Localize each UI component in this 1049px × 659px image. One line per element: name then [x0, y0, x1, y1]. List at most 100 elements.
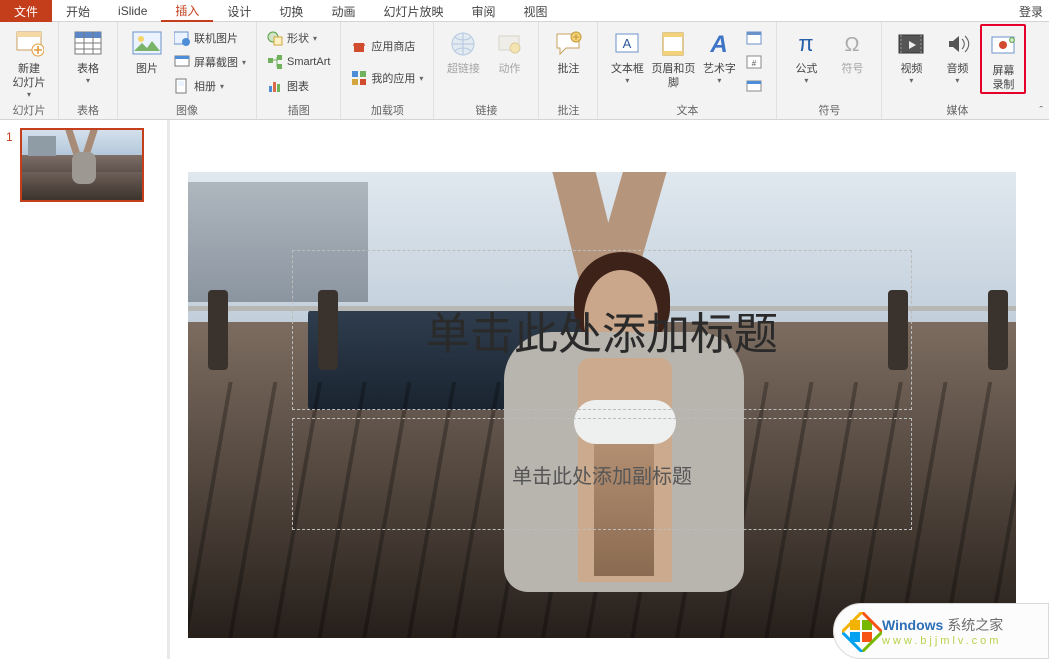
smartart-button[interactable]: SmartArt [263, 50, 334, 74]
watermark: Windows 系统之家 www.bjjmlv.com [833, 603, 1049, 659]
group-symbols: π 公式 ▾ Ω 符号 符号 [777, 22, 882, 119]
audio-icon [941, 28, 973, 60]
screenshot-label: 屏幕截图 [194, 54, 238, 70]
tab-home[interactable]: 开始 [52, 0, 104, 22]
group-text: A 文本框 ▾ 页眉和页脚 A 艺术字 ▾ # 文本 [598, 22, 777, 119]
table-button[interactable]: 表格 ▾ [65, 24, 111, 85]
collapse-ribbon-button[interactable]: ˆ [1039, 105, 1043, 117]
textbox-label: 文本框 [611, 62, 644, 76]
svg-text:#: # [752, 59, 757, 68]
comment-icon [552, 28, 584, 60]
tab-file[interactable]: 文件 [0, 0, 52, 22]
audio-button[interactable]: 音频 ▾ [934, 24, 980, 85]
group-label-media: 媒体 [888, 103, 1026, 119]
tab-islide[interactable]: iSlide [104, 0, 161, 22]
subtitle-placeholder[interactable]: 单击此处添加副标题 [292, 418, 912, 530]
hyperlink-label: 超链接 [447, 62, 480, 76]
screen-recording-button[interactable]: 屏幕 录制 [980, 24, 1026, 94]
new-slide-button[interactable]: 新建 幻灯片 ▾ [6, 24, 52, 99]
equation-icon: π [790, 28, 822, 60]
slide-thumbnail-1[interactable]: 1 [0, 128, 167, 202]
group-label-addins: 加载项 [347, 103, 427, 119]
chevron-down-icon: ▾ [955, 76, 959, 85]
hyperlink-icon [447, 28, 479, 60]
symbol-label: 符号 [841, 62, 863, 76]
comment-label: 批注 [557, 62, 579, 76]
tab-animation[interactable]: 动画 [317, 0, 369, 22]
wordart-button[interactable]: A 艺术字 ▾ [696, 24, 742, 85]
wordart-icon: A [703, 28, 735, 60]
chevron-down-icon: ▾ [27, 90, 31, 99]
tab-transition[interactable]: 切换 [265, 0, 317, 22]
watermark-brand: Windows 系统之家 [882, 615, 1003, 635]
screen-recording-icon [987, 30, 1019, 62]
picture-label: 图片 [136, 62, 158, 76]
group-label-slides: 幻灯片 [6, 103, 52, 119]
header-footer-icon [657, 28, 689, 60]
video-icon [895, 28, 927, 60]
chevron-down-icon: ▾ [625, 76, 629, 85]
subtitle-placeholder-text: 单击此处添加副标题 [512, 460, 692, 489]
object-button[interactable] [742, 74, 770, 98]
title-placeholder-text: 单击此处添加标题 [426, 298, 778, 362]
video-button[interactable]: 视频 ▾ [888, 24, 934, 85]
group-label-symbols: 符号 [783, 103, 875, 119]
group-label-illustrations: 插图 [263, 103, 334, 119]
tab-slideshow[interactable]: 幻灯片放映 [369, 0, 457, 22]
chevron-up-icon: ˆ [1039, 105, 1043, 117]
slidenumber-icon: # [746, 54, 762, 70]
equation-button[interactable]: π 公式 ▾ [783, 24, 829, 85]
wordart-label: 艺术字 [703, 62, 736, 76]
ribbon: 新建 幻灯片 ▾ 幻灯片 表格 ▾ 表格 图片 [0, 22, 1049, 120]
group-links: 超链接 动作 链接 [434, 22, 539, 119]
smartart-icon [267, 54, 283, 70]
chart-button[interactable]: 图表 [263, 74, 334, 98]
svg-text:π: π [799, 31, 814, 56]
action-button[interactable]: 动作 [486, 24, 532, 76]
shapes-button[interactable]: 形状 ▾ [263, 26, 334, 50]
group-illustrations: 形状 ▾ SmartArt 图表 插图 [257, 22, 341, 119]
symbol-button[interactable]: Ω 符号 [829, 24, 875, 76]
online-picture-button[interactable]: 联机图片 [170, 26, 250, 50]
store-button[interactable]: 应用商店 [347, 34, 427, 58]
new-slide-label: 新建 幻灯片 [13, 62, 46, 90]
group-tables: 表格 ▾ 表格 [59, 22, 118, 119]
slide-thumbnail-image [20, 128, 144, 202]
picture-button[interactable]: 图片 [124, 24, 170, 76]
sign-in-link[interactable]: 登录 [1019, 0, 1043, 22]
my-apps-label: 我的应用 [371, 70, 415, 86]
online-picture-label: 联机图片 [194, 30, 238, 46]
equation-label: 公式 [795, 62, 817, 76]
chevron-down-icon: ▾ [86, 76, 90, 85]
screenshot-button[interactable]: 屏幕截图 ▾ [170, 50, 250, 74]
my-apps-button[interactable]: 我的应用 ▾ [347, 66, 427, 90]
slide-number: 1 [6, 128, 20, 144]
group-comments: 批注 批注 [539, 22, 598, 119]
object-icon [746, 78, 762, 94]
album-label: 相册 [194, 78, 216, 94]
hyperlink-button[interactable]: 超链接 [440, 24, 486, 76]
editor-area: 1 单击此处添加标题 单击此处 [0, 120, 1049, 659]
tab-insert[interactable]: 插入 [161, 0, 213, 22]
picture-icon [131, 28, 163, 60]
shapes-icon [267, 30, 283, 46]
tab-design[interactable]: 设计 [213, 0, 265, 22]
svg-text:A: A [623, 36, 632, 51]
group-label-tables: 表格 [65, 103, 111, 119]
slidenumber-button[interactable]: # [742, 50, 770, 74]
group-images: 图片 联机图片 屏幕截图 ▾ 相册 ▾ 图像 [118, 22, 257, 119]
title-placeholder[interactable]: 单击此处添加标题 [292, 250, 912, 410]
textbox-button[interactable]: A 文本框 ▾ [604, 24, 650, 85]
screenshot-icon [174, 54, 190, 70]
album-icon [174, 78, 190, 94]
header-footer-button[interactable]: 页眉和页脚 [650, 24, 696, 90]
slide-canvas[interactable]: 单击此处添加标题 单击此处添加副标题 [170, 120, 1049, 659]
watermark-url: www.bjjmlv.com [882, 635, 1003, 647]
photo-album-button[interactable]: 相册 ▾ [170, 74, 250, 98]
datetime-button[interactable] [742, 26, 770, 50]
audio-label: 音频 [946, 62, 968, 76]
tab-review[interactable]: 审阅 [457, 0, 509, 22]
tab-view[interactable]: 视图 [509, 0, 561, 22]
comment-button[interactable]: 批注 [545, 24, 591, 76]
group-label-comments: 批注 [545, 103, 591, 119]
